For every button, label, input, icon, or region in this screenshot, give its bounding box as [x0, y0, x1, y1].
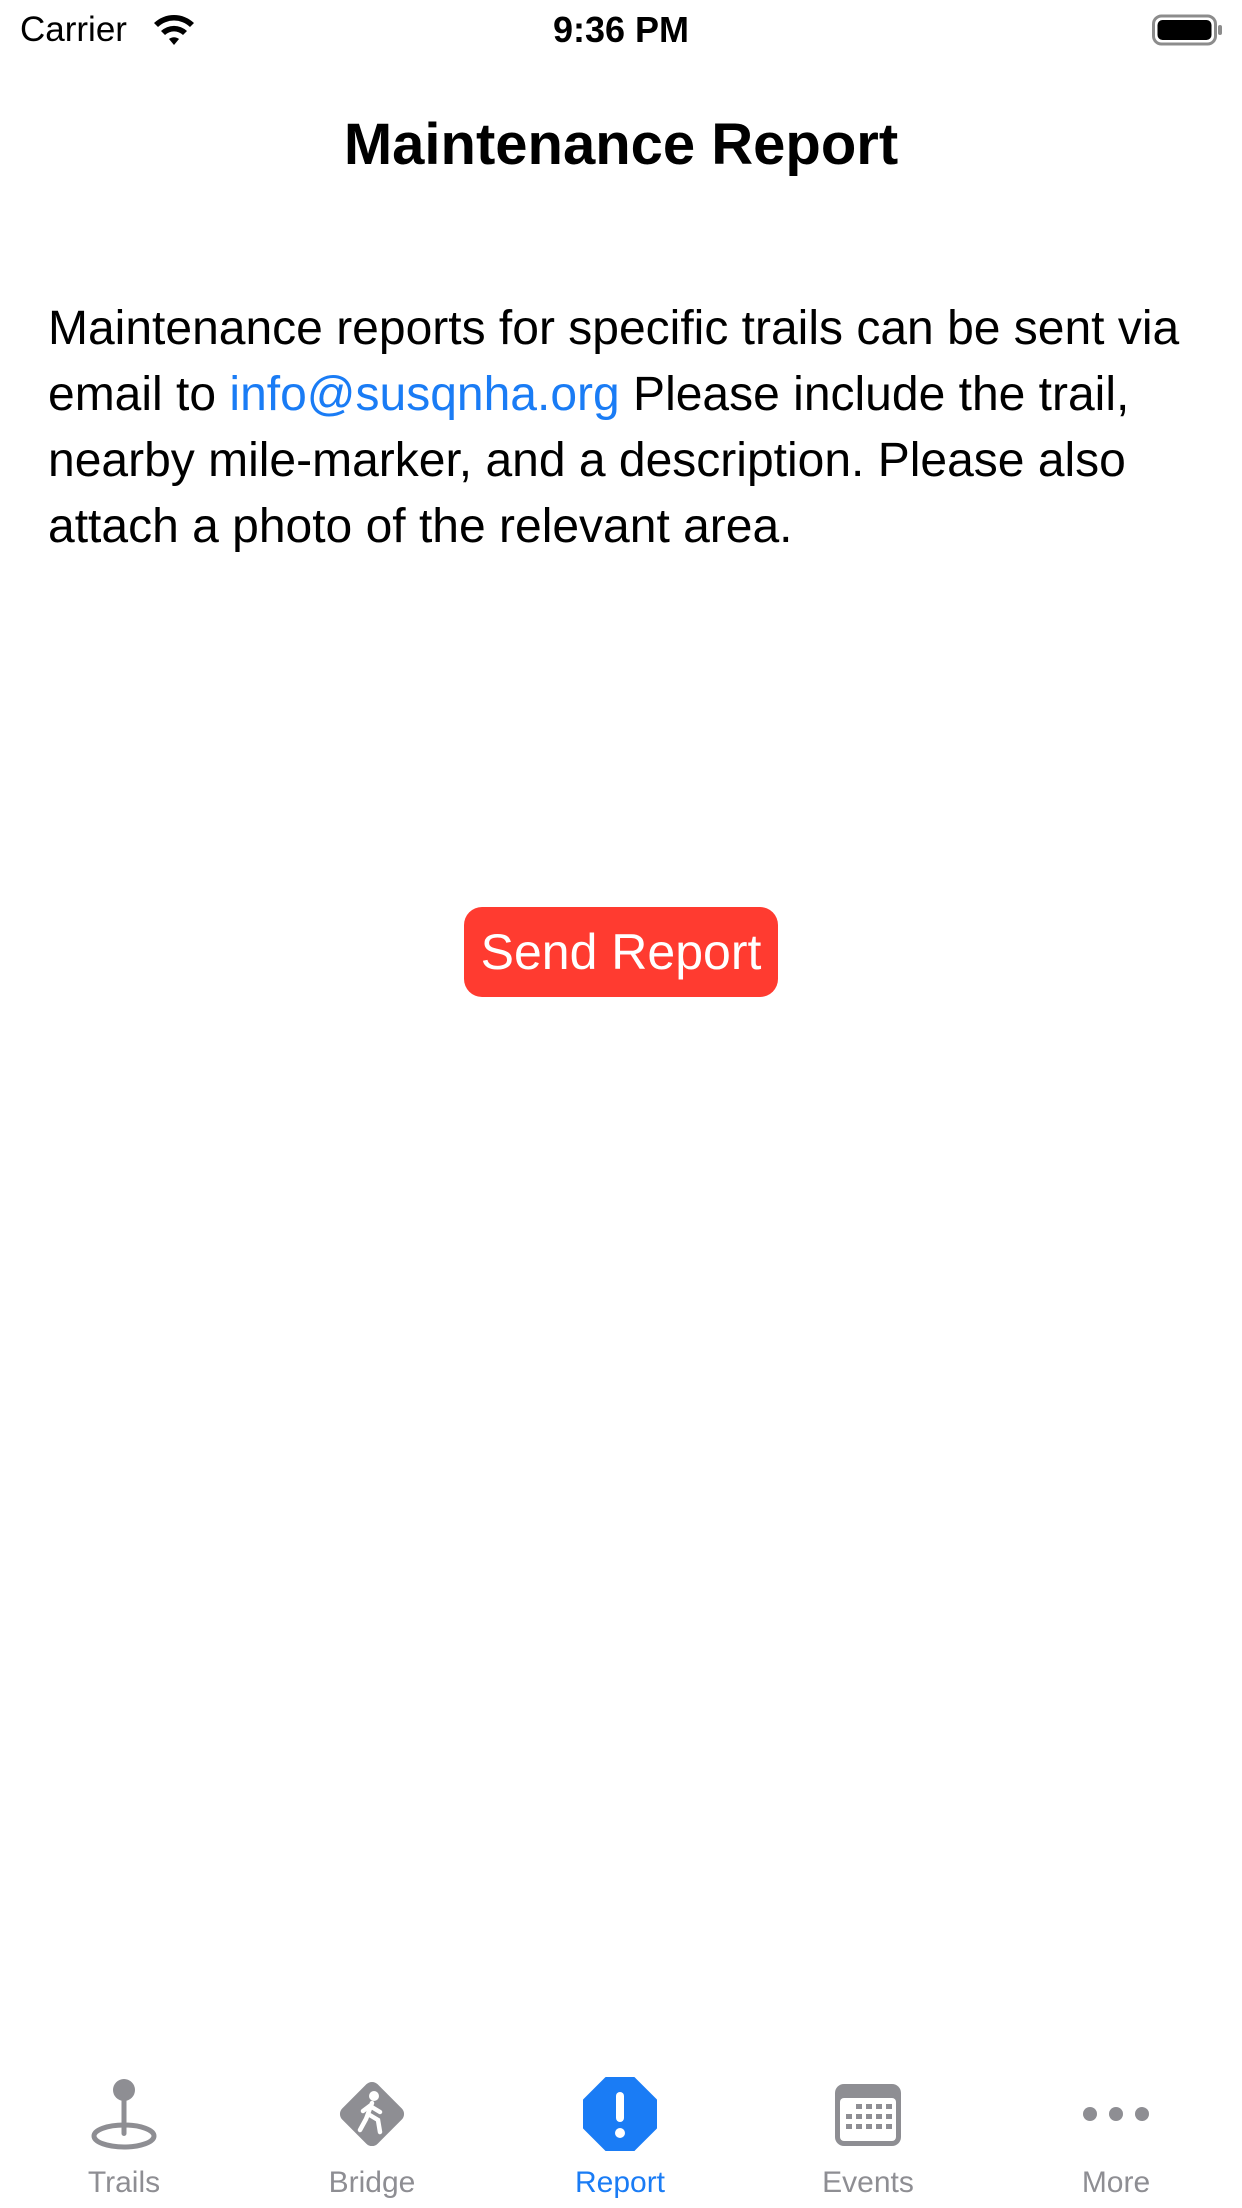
tab-more[interactable]: More — [992, 2054, 1240, 2208]
tab-bridge[interactable]: Bridge — [248, 2054, 496, 2208]
battery-icon — [1152, 14, 1222, 46]
screen: Carrier 9:36 PM Maintenance Report Maint… — [0, 0, 1242, 2208]
tab-label: Bridge — [328, 2166, 416, 2199]
tab-events[interactable]: Events — [744, 2054, 992, 2208]
email-link[interactable]: info@susqnha.org — [229, 368, 619, 421]
send-report-button[interactable]: Send Report — [464, 907, 778, 997]
tab-label: More — [1081, 2166, 1151, 2199]
report-instructions: Maintenance reports for specific trails … — [48, 296, 1208, 560]
map-pin-icon — [91, 2079, 157, 2150]
tab-label: Trails — [87, 2166, 161, 2199]
ellipsis-icon — [1083, 2107, 1149, 2121]
tab-trails[interactable]: Trails — [0, 2054, 248, 2208]
pedestrian-sign-icon — [339, 2081, 405, 2147]
tab-label: Events — [822, 2166, 914, 2199]
calendar-icon — [835, 2084, 901, 2146]
tab-report[interactable]: Report — [496, 2054, 744, 2208]
clock: 9:36 PM — [552, 9, 690, 50]
tab-bar: Trails Bridge Report Events More — [0, 2054, 1242, 2208]
status-bar: Carrier 9:36 PM — [0, 0, 1242, 62]
page-title: Maintenance Report — [343, 112, 899, 177]
tab-label: Report — [574, 2166, 666, 2199]
exclamation-octagon-icon — [583, 2077, 657, 2151]
